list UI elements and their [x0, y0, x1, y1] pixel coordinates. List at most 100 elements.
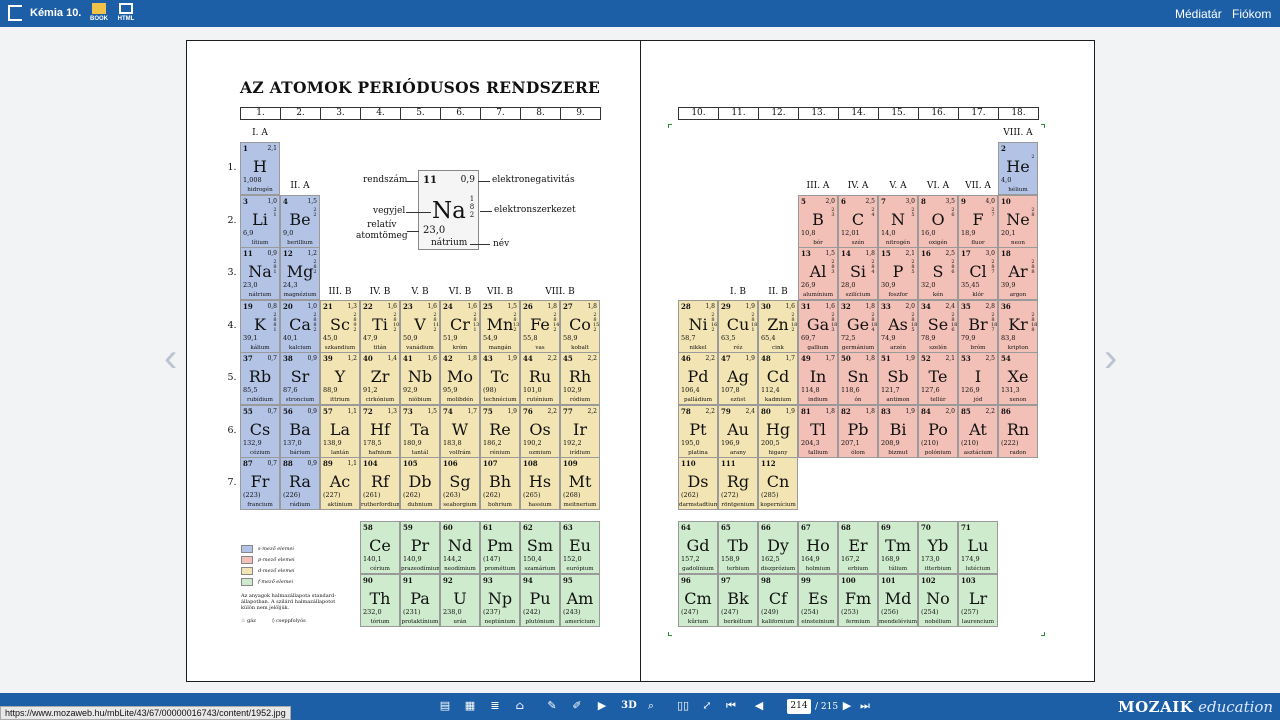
element-sg[interactable]: 106 Sg (263) seaborgium [440, 457, 480, 510]
element-as[interactable]: 33 2,0 2 8 18 5 As 74,9 arzén [878, 299, 918, 353]
element-xe[interactable]: 54 Xe 131,3 xenon [998, 352, 1038, 405]
element-ne[interactable]: 10 2 8 Ne 20,1 neon [998, 194, 1038, 248]
element-ni[interactable]: 28 1,8 2 8 16 2 Ni 58,7 nikkel [678, 299, 718, 353]
element-ho[interactable]: 67 Ho 164,9 holmium [798, 521, 838, 574]
element-ra[interactable]: 88 0,9 Ra (226) rádium [280, 457, 320, 510]
notes-icon[interactable]: ▤ [438, 699, 452, 713]
element-ga[interactable]: 31 1,6 2 8 18 3 Ga 69,7 gallium [798, 299, 838, 353]
element-zn[interactable]: 30 1,6 2 8 18 2 Zn 65,4 cink [758, 299, 798, 353]
element-zr[interactable]: 40 1,4 Zr 91,2 cirkónium [360, 352, 400, 405]
element-ru[interactable]: 44 2,2 Ru 101,0 ruténium [520, 352, 560, 405]
media-library-link[interactable]: Médiatár [1175, 7, 1222, 21]
element-y[interactable]: 39 1,2 Y 88,9 ittrium [320, 352, 360, 405]
next-page-icon[interactable]: ▶ [840, 699, 854, 713]
element-bh[interactable]: 107 Bh (262) bohrium [480, 457, 520, 510]
element-n[interactable]: 7 3,0 2 5 N 14,0 nitrogén [878, 194, 918, 248]
element-cu[interactable]: 29 1,9 2 8 18 1 Cu 63,5 réz [718, 299, 758, 353]
element-ce[interactable]: 58 Ce 140,1 cérium [360, 521, 400, 574]
element-rn[interactable]: 86 Rn (222) radon [998, 404, 1038, 458]
element-am[interactable]: 95 Am (243) amerícium [560, 574, 600, 627]
element-fm[interactable]: 100 Fm (253) fermium [838, 574, 878, 627]
element-w[interactable]: 74 1,7 W 183,8 volfrám [440, 404, 480, 458]
element-eu[interactable]: 63 Eu 152,0 európium [560, 521, 600, 574]
element-si[interactable]: 14 1,8 2 8 4 Si 28,0 szilícium [838, 247, 878, 300]
element-rb[interactable]: 37 0,7 Rb 85,5 rubídium [240, 352, 280, 405]
layers-icon[interactable]: ≣ [488, 699, 502, 713]
element-pm[interactable]: 61 Pm (147) prométium [480, 521, 520, 574]
element-kr[interactable]: 36 2 8 18 8 Kr 83,8 kripton [998, 299, 1038, 353]
element-ds[interactable]: 110 Ds (262) darmstadtium [678, 457, 718, 510]
next-spread-arrow[interactable]: › [1104, 338, 1118, 380]
element-ca[interactable]: 20 1,0 2 8 8 2 Ca 40,1 kalcium [280, 299, 320, 353]
element-cn[interactable]: 112 Cn (285) kopernícium [758, 457, 798, 510]
element-tb[interactable]: 65 Tb 158,9 terbium [718, 521, 758, 574]
element-pt[interactable]: 78 2,2 Pt 195,0 platina [678, 404, 718, 458]
element-tl[interactable]: 81 1,8 Tl 204,3 tallium [798, 404, 838, 458]
element-tc[interactable]: 43 1,9 Tc (98) technécium [480, 352, 520, 405]
element-sn[interactable]: 50 1,8 Sn 118,6 ón [838, 352, 878, 405]
element-al[interactable]: 13 1,5 2 8 3 Al 26,9 alumínium [798, 247, 838, 300]
element-pd[interactable]: 46 2,2 Pd 106,4 palládium [678, 352, 718, 405]
element-u[interactable]: 92 U 238,0 urán [440, 574, 480, 627]
fit-icon[interactable]: ⤢ [700, 699, 714, 713]
element-in[interactable]: 49 1,7 In 114,8 indium [798, 352, 838, 405]
double-page-icon[interactable]: ▯▯ [676, 699, 690, 713]
element-v[interactable]: 23 1,6 2 8 11 2 V 50,9 vanádium [400, 299, 440, 353]
element-ge[interactable]: 32 1,8 2 8 18 4 Ge 72,5 germánium [838, 299, 878, 353]
element-mt[interactable]: 109 Mt (268) meitnerium [560, 457, 600, 510]
element-o[interactable]: 8 3,5 2 6 O 16,0 oxigén [918, 194, 958, 248]
element-np[interactable]: 93 Np (237) neptúnium [480, 574, 520, 627]
tools-icon[interactable]: ✎ [545, 699, 559, 713]
element-rh[interactable]: 45 2,2 Rh 102,9 ródium [560, 352, 600, 405]
prev-spread-arrow[interactable]: ‹ [164, 338, 178, 380]
html-view-button[interactable]: HTML [117, 3, 135, 23]
element-co[interactable]: 27 1,8 2 8 15 2 Co 58,9 kobalt [560, 299, 600, 353]
element-ba[interactable]: 56 0,9 Ba 137,0 bárium [280, 404, 320, 458]
element-ag[interactable]: 47 1,9 Ag 107,8 ezüst [718, 352, 758, 405]
element-s[interactable]: 16 2,5 2 8 6 S 32,0 kén [918, 247, 958, 300]
grid-icon[interactable]: ▦ [463, 699, 477, 713]
element-lr[interactable]: 103 Lr (257) laurencium [958, 574, 998, 627]
element-lu[interactable]: 71 Lu 174,9 lutécium [958, 521, 998, 574]
last-page-icon[interactable]: ⏭ [858, 699, 872, 713]
element-re[interactable]: 75 1,9 Re 186,2 rénium [480, 404, 520, 458]
element-ac[interactable]: 89 1,1 Ac (227) aktínium [320, 457, 360, 510]
element-ti[interactable]: 22 1,6 2 8 10 2 Ti 47,9 titán [360, 299, 400, 353]
element-db[interactable]: 105 Db (262) dubnium [400, 457, 440, 510]
element-cd[interactable]: 48 1,7 Cd 112,4 kadmium [758, 352, 798, 405]
element-ar[interactable]: 18 2 8 8 Ar 39,9 argon [998, 247, 1038, 300]
element-pu[interactable]: 94 Pu (242) plutónium [520, 574, 560, 627]
element-sr[interactable]: 38 0,9 Sr 87,6 stroncium [280, 352, 320, 405]
element-os[interactable]: 76 2,2 Os 190,2 ozmium [520, 404, 560, 458]
element-h[interactable]: 1 2,1 H 1,008 hidrogén [240, 142, 280, 195]
element-pb[interactable]: 82 1,8 Pb 207,1 ólom [838, 404, 878, 458]
element-er[interactable]: 68 Er 167,2 erbium [838, 521, 878, 574]
book-view-button[interactable]: BOOK [90, 3, 108, 23]
3d-icon[interactable]: 3D [620, 699, 638, 713]
element-at[interactable]: 85 2,2 At (210) asztácium [958, 404, 998, 458]
element-se[interactable]: 34 2,4 2 8 18 6 Se 78,9 szelén [918, 299, 958, 353]
element-md[interactable]: 101 Md (256) mendelévium [878, 574, 918, 627]
element-cm[interactable]: 96 Cm (247) kűrium [678, 574, 718, 627]
element-pr[interactable]: 59 Pr 140,9 prazeodímium [400, 521, 440, 574]
prev-page-icon[interactable]: ◀ [752, 699, 766, 713]
element-cs[interactable]: 55 0,7 Cs 132,9 cézium [240, 404, 280, 458]
element-c[interactable]: 6 2,5 2 4 C 12,01 szén [838, 194, 878, 248]
element-hs[interactable]: 108 Hs (265) hassium [520, 457, 560, 510]
element-he[interactable]: 2 2 He 4,0 hélium [998, 142, 1038, 195]
element-sm[interactable]: 62 Sm 150,4 szamárium [520, 521, 560, 574]
element-be[interactable]: 4 1,5 2 2 Be 9,0 berillium [280, 194, 320, 248]
element-yb[interactable]: 70 Yb 173,0 itterbium [918, 521, 958, 574]
element-mg[interactable]: 12 1,2 2 8 2 Mg 24,3 magnézium [280, 247, 320, 300]
first-page-icon[interactable]: ⏮ [724, 699, 738, 713]
element-tm[interactable]: 69 Tm 168,9 túlium [878, 521, 918, 574]
element-gd[interactable]: 64 Gd 157,2 gadolínium [678, 521, 718, 574]
element-nd[interactable]: 60 Nd 144,2 neodímium [440, 521, 480, 574]
element-te[interactable]: 52 2,1 Te 127,6 tellúr [918, 352, 958, 405]
element-f[interactable]: 9 4,0 2 7 F 18,9 fluor [958, 194, 998, 248]
element-nb[interactable]: 41 1,6 Nb 92,9 nióbium [400, 352, 440, 405]
play-icon[interactable]: ▶ [595, 699, 609, 713]
account-link[interactable]: Fiókom [1232, 7, 1271, 21]
element-au[interactable]: 79 2,4 Au 196,9 arany [718, 404, 758, 458]
element-ta[interactable]: 73 1,5 Ta 180,9 tantál [400, 404, 440, 458]
